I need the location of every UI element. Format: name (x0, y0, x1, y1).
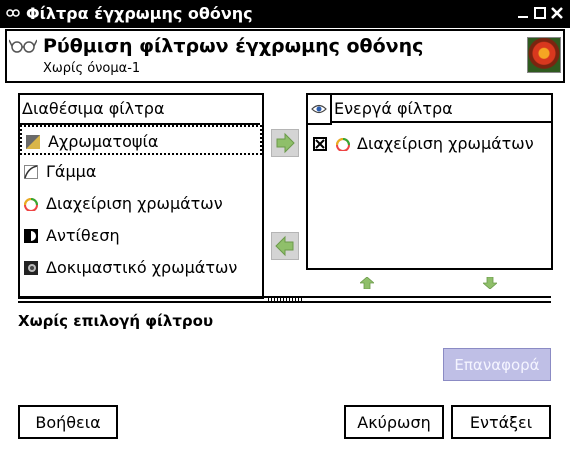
filter-label: Αντίθεση (46, 226, 120, 245)
proof-icon (24, 261, 38, 275)
filter-item-color-proof[interactable]: Δοκιμαστικό χρωμάτων (20, 253, 262, 283)
gamma-curve-icon (24, 165, 38, 179)
reset-button[interactable]: Επαναφορά (443, 348, 551, 381)
color-wheel-icon (336, 138, 350, 151)
active-filters-list[interactable]: Ενεργά φίλτρα Διαχείριση χρωμάτων (306, 93, 553, 270)
filter-item-gamma[interactable]: Γάμμα (20, 157, 262, 187)
move-down-icon[interactable] (483, 277, 497, 289)
eye-icon (311, 104, 327, 114)
arrow-left-icon (275, 235, 294, 257)
visibility-column-header (308, 95, 332, 125)
active-filters-header: Ενεργά φίλτρα (332, 95, 551, 123)
filter-label: Γάμμα (46, 162, 97, 181)
dialog-header: Ρύθμιση φίλτρων έγχρωμης οθόνης Χωρίς όν… (5, 29, 565, 83)
filter-item-color-management[interactable]: Διαχείριση χρωμάτων (20, 189, 262, 219)
pane-divider-lower (18, 301, 551, 303)
window-title: Φίλτρα έγχρωμης οθόνης (26, 4, 253, 23)
filter-item-contrast[interactable]: Αντίθεση (20, 221, 262, 251)
filter-label: Δοκιμαστικό χρωμάτων (46, 258, 238, 277)
app-icon (6, 9, 20, 17)
filter-item-color-deficient[interactable]: Αχρωματοψία (20, 125, 262, 155)
remove-filter-button[interactable] (271, 232, 299, 260)
image-name: Χωρίς όνομα-1 (43, 61, 141, 76)
filter-label: Αχρωματοψία (48, 132, 159, 151)
minimize-icon[interactable] (517, 7, 529, 19)
maximize-icon[interactable] (534, 7, 546, 19)
help-button[interactable]: Βοήθεια (18, 405, 118, 439)
glasses-icon (9, 39, 37, 53)
move-up-icon[interactable] (360, 277, 374, 289)
window-titlebar[interactable]: Φίλτρα έγχρωμης οθόνης (0, 0, 570, 28)
pane-resize-handle[interactable] (268, 298, 302, 301)
active-filter-color-management[interactable]: Διαχείριση χρωμάτων (308, 129, 551, 159)
checkbox-checked-icon[interactable] (313, 137, 327, 151)
add-filter-button[interactable] (271, 129, 299, 157)
ok-button[interactable]: Εντάξει (451, 405, 551, 439)
filter-label: Διαχείριση χρωμάτων (357, 134, 534, 153)
cancel-button[interactable]: Ακύρωση (344, 405, 444, 439)
filter-label: Διαχείριση χρωμάτων (46, 194, 223, 213)
close-icon[interactable] (551, 7, 563, 19)
image-thumbnail (527, 37, 561, 73)
available-filters-list[interactable]: Διαθέσιμα φίλτρα Αχρωματοψία Γάμμα Διαχε… (18, 93, 264, 299)
no-filter-selected-label: Χωρίς επιλογή φίλτρου (18, 312, 214, 330)
color-deficient-icon (26, 135, 40, 149)
color-wheel-icon (24, 198, 38, 211)
dialog-title: Ρύθμιση φίλτρων έγχρωμης οθόνης (43, 35, 424, 57)
arrow-right-icon (276, 132, 295, 154)
contrast-icon (24, 229, 38, 243)
available-filters-header: Διαθέσιμα φίλτρα (20, 95, 260, 125)
